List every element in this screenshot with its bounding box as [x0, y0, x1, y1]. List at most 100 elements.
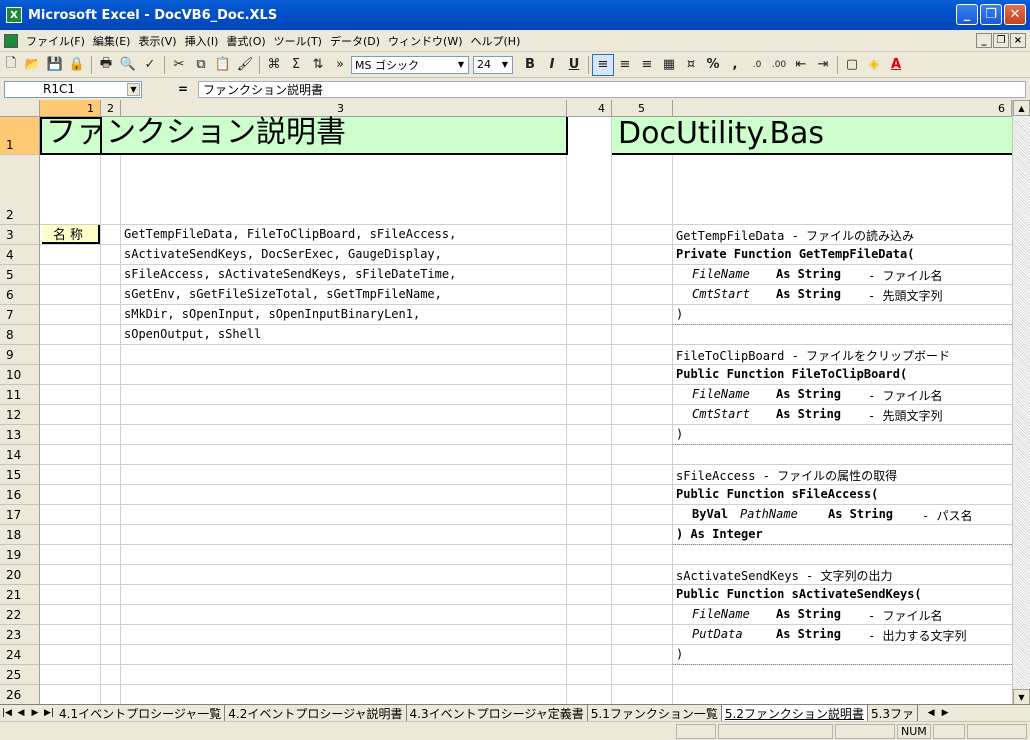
merge-center-icon[interactable]: ▦ [658, 54, 680, 76]
restore-button[interactable]: ❐ [980, 4, 1002, 25]
scroll-track[interactable] [1013, 116, 1030, 689]
font-color-icon[interactable]: A [885, 54, 907, 76]
font-size-select[interactable]: 24 ▼ [473, 55, 513, 74]
menu-view[interactable]: 表示(V) [134, 33, 180, 49]
param-name[interactable]: FileName [692, 267, 750, 281]
sheet-tab[interactable]: 5.3ファ [868, 704, 919, 722]
menu-help[interactable]: ヘルプ(H) [467, 33, 525, 49]
underline-button[interactable]: U [563, 54, 585, 76]
row-header-1[interactable]: 1 [0, 117, 40, 155]
print-icon[interactable]: 🖶 [95, 54, 117, 76]
row-header-23[interactable]: 23 [0, 625, 40, 645]
currency-icon[interactable]: ¤ [680, 54, 702, 76]
scroll-down-icon[interactable]: ▼ [1013, 689, 1030, 705]
row-header-7[interactable]: 7 [0, 305, 40, 325]
function-close[interactable]: ) [676, 647, 683, 661]
sheet-tab-active[interactable]: 5.2ファンクション説明書 [721, 704, 868, 722]
param-type[interactable]: As String [776, 387, 841, 401]
decrease-decimal-icon[interactable]: .00 [768, 54, 790, 76]
param-desc[interactable]: - 先頭文字列 [868, 407, 942, 424]
align-center-icon[interactable]: ≡ [614, 54, 636, 76]
menu-format[interactable]: 書式(O) [222, 33, 269, 49]
comma-button[interactable]: , [724, 54, 746, 76]
function-signature[interactable]: Public Function sFileAccess( [676, 487, 878, 501]
sheet-tab[interactable]: 5.1ファンクション一覧 [588, 704, 722, 722]
param-name[interactable]: PathName [740, 507, 798, 521]
row-header-6[interactable]: 6 [0, 285, 40, 305]
row-header-4[interactable]: 4 [0, 245, 40, 265]
function-list-line[interactable]: sFileAccess, sActivateSendKeys, sFileDat… [124, 267, 456, 281]
formula-equals-icon[interactable]: = [178, 82, 198, 96]
param-desc[interactable]: - パス名 [922, 507, 972, 524]
function-list-line[interactable]: GetTempFileData, FileToClipBoard, sFileA… [124, 227, 456, 241]
param-desc[interactable]: - ファイル名 [868, 267, 942, 284]
function-header[interactable]: sFileAccess - ファイルの属性の取得 [676, 467, 897, 484]
function-header[interactable]: GetTempFileData - ファイルの読み込み [676, 227, 914, 244]
formula-input[interactable]: ファンクション説明書 [198, 80, 1026, 98]
percent-button[interactable]: % [702, 54, 724, 76]
increase-decimal-icon[interactable]: .0 [746, 54, 768, 76]
column-header-6[interactable]: 6 [673, 100, 1012, 117]
row-header-12[interactable]: 12 [0, 405, 40, 425]
sheet-title-cell[interactable]: ファンクション説明書 [40, 115, 568, 155]
function-list-line[interactable]: sMkDir, sOpenInput, sOpenInputBinaryLen1… [124, 307, 420, 321]
fill-color-icon[interactable]: ◈ [863, 54, 885, 76]
increase-indent-icon[interactable]: ⇥ [812, 54, 834, 76]
menu-insert[interactable]: 挿入(I) [181, 33, 223, 49]
align-right-icon[interactable]: ≡ [636, 54, 658, 76]
chevron-down-icon[interactable]: ▼ [455, 58, 467, 72]
row-header-8[interactable]: 8 [0, 325, 40, 345]
function-signature[interactable]: Private Function GetTempFileData( [676, 247, 914, 261]
function-header[interactable]: FileToClipBoard - ファイルをクリップボード [676, 347, 950, 364]
function-close[interactable]: ) [676, 307, 683, 321]
selected-cell-r1c1[interactable] [40, 117, 102, 155]
bold-button[interactable]: B [519, 54, 541, 76]
row-header-19[interactable]: 19 [0, 545, 40, 565]
copy-icon[interactable]: ⧉ [190, 54, 212, 76]
row-header-18[interactable]: 18 [0, 525, 40, 545]
tab-scroll-left-icon[interactable]: ◀ [924, 706, 938, 720]
param-type[interactable]: As String [828, 507, 893, 521]
function-close[interactable]: ) As Integer [676, 527, 763, 541]
row-header-16[interactable]: 16 [0, 485, 40, 505]
row-header-22[interactable]: 22 [0, 605, 40, 625]
param-desc[interactable]: - ファイル名 [868, 607, 942, 624]
spelling-icon[interactable]: ✓ [139, 54, 161, 76]
next-sheet-icon[interactable]: ▶ [28, 706, 42, 720]
last-sheet-icon[interactable]: ▶| [42, 706, 56, 720]
param-type[interactable]: As String [776, 627, 841, 641]
param-type[interactable]: As String [776, 407, 841, 421]
scroll-up-icon[interactable]: ▲ [1013, 100, 1030, 116]
param-name[interactable]: PutData [692, 627, 743, 641]
worksheet-grid[interactable]: 1 2 3 4 5 6 1 2 3 4 5 6 7 8 9 10 11 12 1… [0, 100, 1030, 705]
name-label-cell[interactable]: 名称 [42, 225, 100, 244]
permission-icon[interactable]: 🔒 [66, 54, 88, 76]
param-name[interactable]: FileName [692, 607, 750, 621]
align-left-icon[interactable]: ≡ [592, 53, 614, 76]
row-header-24[interactable]: 24 [0, 645, 40, 665]
menu-edit[interactable]: 編集(E) [89, 33, 135, 49]
format-painter-icon[interactable]: 🖌 [234, 54, 256, 76]
row-header-21[interactable]: 21 [0, 585, 40, 605]
first-sheet-icon[interactable]: |◀ [0, 706, 14, 720]
row-header-10[interactable]: 10 [0, 365, 40, 385]
menu-file[interactable]: ファイル(F) [22, 33, 89, 49]
row-header-2[interactable]: 2 [0, 155, 40, 225]
select-all-corner[interactable] [0, 100, 40, 117]
save-icon[interactable]: 💾 [44, 54, 66, 76]
insert-hyperlink-icon[interactable]: ⌘ [263, 54, 285, 76]
row-header-5[interactable]: 5 [0, 265, 40, 285]
column-header-4[interactable]: 4 [567, 100, 612, 117]
chevron-down-icon[interactable]: ▼ [127, 82, 140, 96]
param-type[interactable]: As String [776, 607, 841, 621]
param-name[interactable]: CmtStart [692, 407, 750, 421]
row-header-13[interactable]: 13 [0, 425, 40, 445]
param-type[interactable]: As String [776, 267, 841, 281]
row-header-20[interactable]: 20 [0, 565, 40, 585]
open-icon[interactable]: 📂 [22, 54, 44, 76]
prev-sheet-icon[interactable]: ◀ [14, 706, 28, 720]
toolbar-options-icon[interactable]: » [329, 54, 351, 76]
minimize-button[interactable]: _ [956, 4, 978, 25]
row-header-17[interactable]: 17 [0, 505, 40, 525]
function-close[interactable]: ) [676, 427, 683, 441]
